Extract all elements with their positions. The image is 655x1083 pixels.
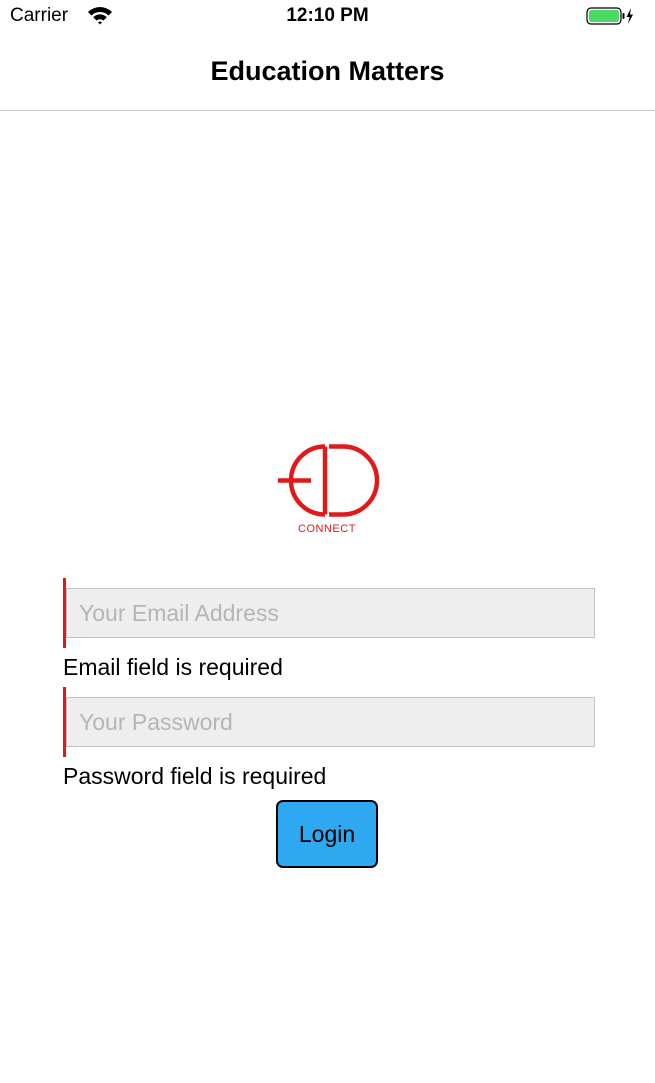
- status-bar: Carrier 12:10 PM: [0, 0, 655, 34]
- ed-connect-logo: CONNECT: [278, 444, 380, 535]
- email-error-message: Email field is required: [63, 654, 283, 680]
- password-field[interactable]: [66, 697, 595, 747]
- logo-caption: CONNECT: [298, 523, 356, 535]
- password-field-row: [63, 687, 595, 757]
- email-field-row: [63, 578, 595, 648]
- login-button[interactable]: Login: [276, 800, 378, 868]
- navigation-bar: Education Matters: [0, 34, 655, 111]
- password-error-message: Password field is required: [63, 763, 327, 789]
- email-field[interactable]: [66, 588, 595, 638]
- battery-charging-icon: [586, 7, 633, 25]
- clock: 12:10 PM: [286, 5, 369, 26]
- nav-title: Education Matters: [210, 56, 445, 86]
- login-screen: Carrier 12:10 PM Education Matters CONNE…: [0, 0, 655, 1083]
